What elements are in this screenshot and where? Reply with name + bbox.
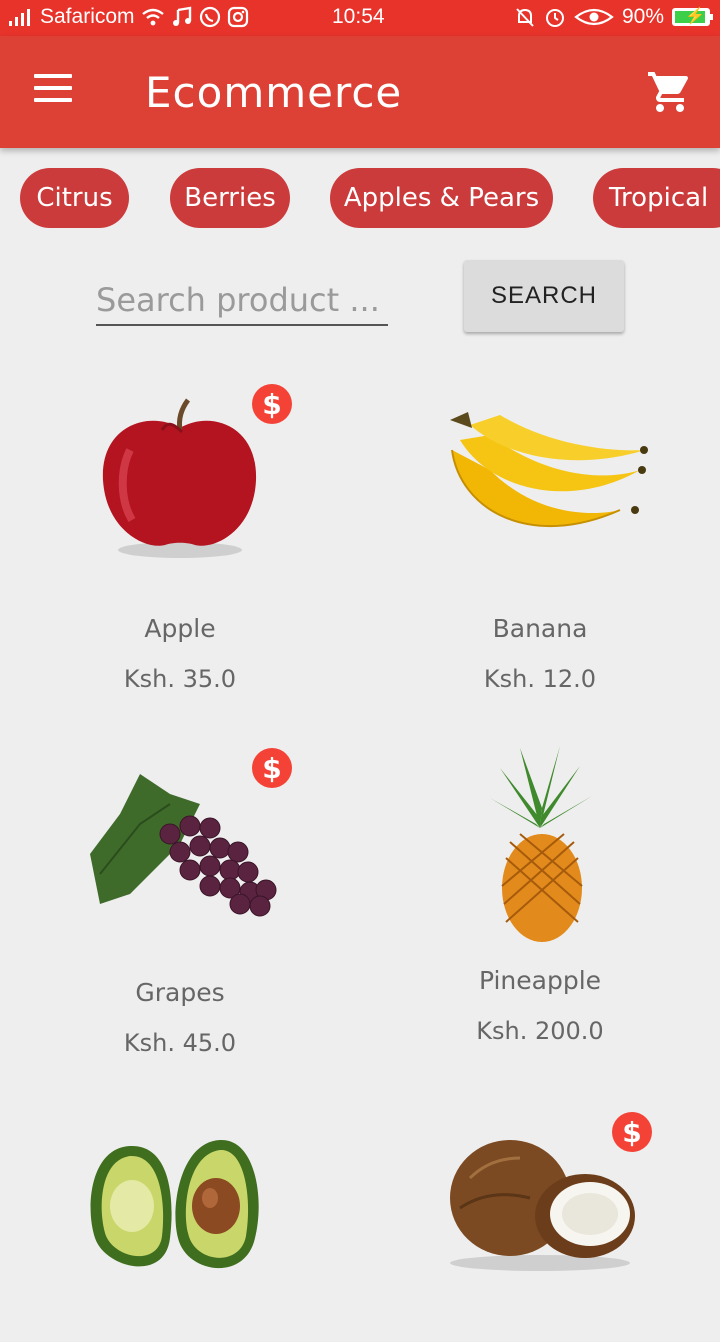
clock: 10:54 [332, 5, 385, 28]
product-name: Grapes [135, 978, 225, 1007]
wifi-icon [141, 7, 165, 27]
category-chip-citrus[interactable]: Citrus [20, 168, 129, 228]
sale-badge-icon: $ [252, 384, 292, 424]
category-chip-berries[interactable]: Berries [170, 168, 290, 228]
app-title: Ecommerce [145, 68, 403, 117]
product-card-coconut[interactable]: $ [360, 1112, 720, 1342]
apple-image: $ [70, 384, 292, 580]
search-input[interactable] [96, 276, 388, 326]
product-name: Pineapple [478, 966, 602, 995]
product-card-pineapple[interactable]: Pineapple Ksh. 200.0 [360, 738, 720, 1045]
product-price: Ksh. 35.0 [123, 665, 237, 693]
category-chip-tropical[interactable]: Tropical [593, 168, 720, 228]
banana-image [430, 390, 650, 580]
signal-icon [8, 7, 34, 27]
product-price: Ksh. 45.0 [123, 1029, 237, 1057]
product-card-avocado[interactable] [0, 1118, 360, 1342]
menu-icon[interactable] [34, 74, 78, 110]
instagram-icon [227, 6, 249, 28]
sale-badge-icon: $ [612, 1112, 652, 1152]
product-card-apple[interactable]: $ Apple Ksh. 35.0 [0, 384, 360, 693]
alarm-icon [544, 6, 566, 28]
sale-badge-icon: $ [252, 748, 292, 788]
pineapple-image [430, 738, 650, 944]
carrier-name: Safaricom [40, 5, 135, 28]
music-icon [171, 6, 193, 28]
category-chips: Citrus Berries Apples & Pears Tropical [0, 168, 720, 228]
product-price: Ksh. 12.0 [483, 665, 597, 693]
eye-icon [574, 7, 614, 27]
app-bar: Ecommerce [0, 36, 720, 148]
battery-percent: 90% [621, 5, 664, 28]
whatsapp-icon [199, 6, 221, 28]
product-name: Banana [492, 614, 588, 643]
grapes-image: $ [70, 748, 292, 944]
product-card-grapes[interactable]: $ Grapes Ksh. 45.0 [0, 748, 360, 1057]
category-chip-apples-pears[interactable]: Apples & Pears [330, 168, 553, 228]
battery-icon: ⚡ [672, 8, 713, 26]
product-price: Ksh. 200.0 [476, 1017, 604, 1045]
product-name: Apple [144, 614, 216, 643]
product-card-banana[interactable]: Banana Ksh. 12.0 [360, 390, 720, 693]
shopping-cart-icon[interactable] [646, 68, 694, 116]
search-button[interactable]: SEARCH [464, 260, 624, 332]
status-bar: Safaricom 10:54 90% ⚡ [0, 0, 720, 36]
muted-bell-icon [514, 6, 536, 28]
